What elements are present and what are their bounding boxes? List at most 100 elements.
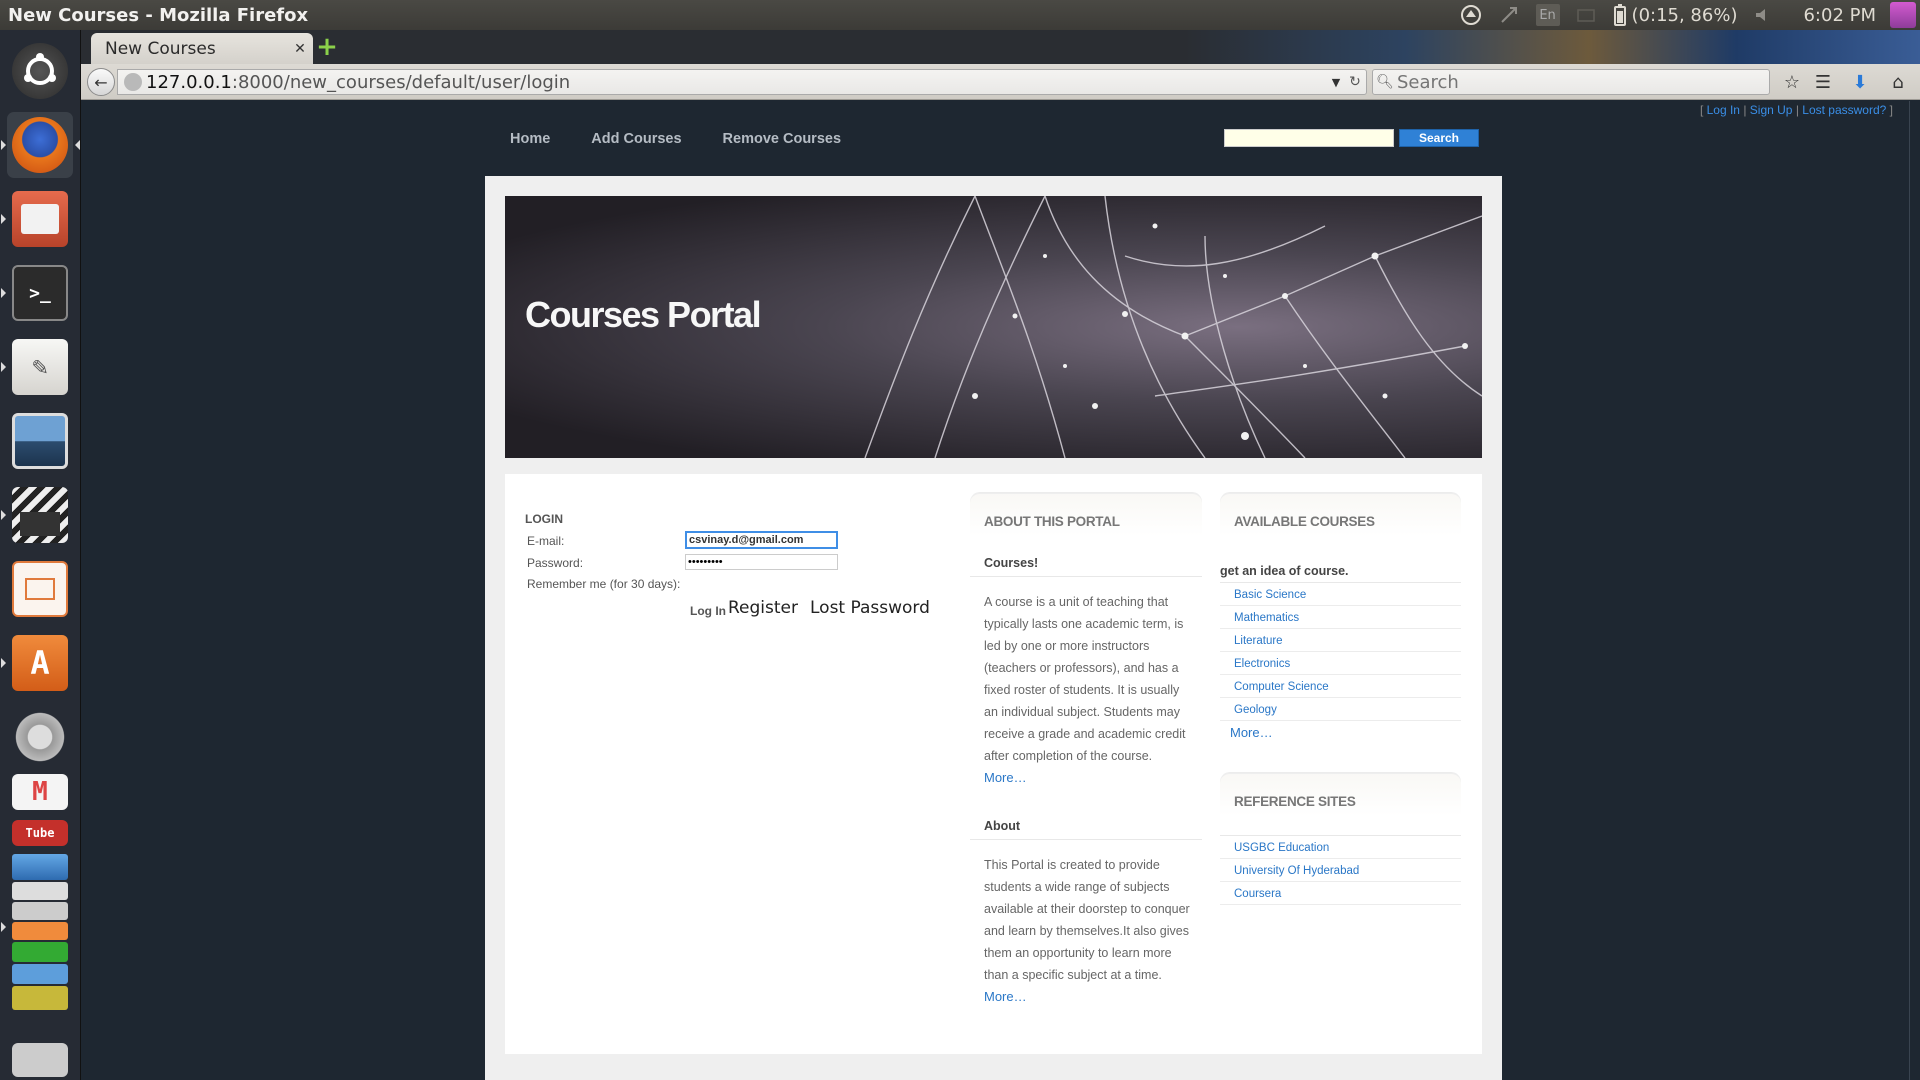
stacked-app-icon (12, 964, 68, 984)
about-more-link[interactable]: More… (984, 989, 1027, 1004)
auth-links: [ Log In | Sign Up | Lost password? ] (1700, 103, 1893, 117)
course-link[interactable]: Geology (1220, 698, 1461, 721)
site-search-input[interactable] (1224, 129, 1394, 147)
nav-add-courses[interactable]: Add Courses (591, 131, 681, 147)
launcher-video-editor[interactable] (1, 482, 73, 548)
tab-close-icon[interactable]: ✕ (287, 41, 313, 57)
ubuntu-logo-icon (12, 43, 68, 99)
launcher-presentation[interactable] (7, 556, 73, 622)
file-cabinet-icon (12, 191, 68, 247)
reference-link[interactable]: Coursera (1220, 882, 1461, 905)
url-dropdown-icon[interactable]: ▼ (1328, 76, 1344, 89)
browser-search-input[interactable] (1397, 71, 1769, 93)
picture-icon (12, 413, 68, 469)
reference-link[interactable]: University Of Hyderabad (1220, 859, 1461, 882)
mail-icon[interactable] (1576, 0, 1596, 30)
keyboard-layout-icon[interactable]: En (1535, 4, 1560, 26)
course-link[interactable]: Mathematics (1220, 606, 1461, 629)
lost-password-button[interactable]: Lost Password (810, 598, 930, 618)
email-field[interactable] (685, 531, 838, 549)
site-search-button[interactable]: Search (1399, 129, 1479, 147)
content-box: Courses Portal LOGIN E-mail: Password: R… (485, 176, 1502, 1080)
battery-icon[interactable] (1612, 0, 1628, 30)
launcher-files[interactable] (1, 186, 73, 252)
gmail-icon: M (12, 774, 68, 810)
home-icon[interactable]: ⌂ (1884, 69, 1912, 95)
auth-bracket-close: ] (1886, 103, 1893, 117)
pencil-icon: ✎ (12, 339, 68, 395)
launcher-software-center[interactable]: A (1, 630, 73, 696)
auth-bracket-open: [ (1699, 103, 1707, 117)
youtube-icon: Tube (12, 820, 68, 846)
session-icon[interactable] (1890, 2, 1916, 28)
main-panel: LOGIN E-mail: Password: Remember me (for… (505, 474, 1482, 1054)
password-field[interactable] (685, 554, 838, 570)
banner-title: Courses Portal (525, 294, 762, 335)
register-button[interactable]: Register (728, 598, 798, 618)
url-path: :8000/new_courses/default/user/login (231, 71, 571, 93)
launcher-image-viewer[interactable] (7, 408, 73, 474)
bookmarks-list-icon[interactable]: ☰ (1809, 69, 1837, 95)
launcher-system-settings[interactable] (7, 704, 73, 770)
courses-more-link[interactable]: More… (1220, 721, 1461, 740)
signup-link[interactable]: Sign Up (1750, 103, 1793, 117)
launcher-firefox[interactable] (1, 112, 80, 178)
download-icon[interactable]: ⬇ (1846, 69, 1874, 95)
launcher-trash[interactable] (7, 1040, 73, 1080)
browser-search-bar[interactable]: 🔍︎ (1372, 69, 1770, 95)
new-tab-icon[interactable]: + (313, 34, 341, 60)
course-link[interactable]: Literature (1220, 629, 1461, 652)
launcher-stacked-apps[interactable] (1, 852, 73, 1012)
launcher-youtube[interactable]: Tube (7, 816, 73, 850)
banner: Courses Portal (505, 196, 1482, 458)
globe-icon (124, 73, 142, 91)
course-link[interactable]: Basic Science (1220, 583, 1461, 606)
launcher-gmail[interactable]: M (7, 770, 73, 814)
about-subheading: About (970, 789, 1202, 840)
presentation-icon (12, 561, 68, 617)
login-link[interactable]: Log In (1707, 103, 1740, 117)
ubuntu-dash-button[interactable] (7, 38, 73, 104)
launcher-text-editor[interactable]: ✎ (1, 334, 73, 400)
login-heading: LOGIN (525, 512, 563, 526)
nav-home[interactable]: Home (510, 131, 550, 147)
courses-heading: AVAILABLE COURSES (1220, 492, 1461, 536)
window-title: New Courses - Mozilla Firefox (8, 4, 309, 26)
back-arrow-icon[interactable]: ← (87, 68, 115, 96)
url-host: 127.0.0.1 (146, 71, 232, 93)
page-viewport: [ Log In | Sign Up | Lost password? ] Ho… (81, 101, 1909, 1080)
top-panel: New Courses - Mozilla Firefox En (0:15, … (0, 0, 1920, 30)
volume-icon[interactable] (1753, 0, 1773, 30)
auth-separator: | (1739, 103, 1750, 117)
courses-subtitle: get an idea of course. (1220, 536, 1461, 583)
about-description: This Portal is created to provide studen… (970, 840, 1195, 1008)
reload-icon[interactable]: ↻ (1344, 74, 1366, 90)
reference-link[interactable]: USGBC Education (1220, 836, 1461, 859)
launcher-terminal[interactable]: >_ (1, 260, 73, 326)
site-nav: Home Add Courses Remove Courses (510, 131, 841, 147)
network-icon[interactable] (1460, 0, 1482, 30)
tab-new-courses[interactable]: New Courses ✕ (91, 33, 313, 64)
courses-description: A course is a unit of teaching that typi… (970, 577, 1195, 789)
bluetooth-icon[interactable] (1498, 0, 1520, 30)
url-bar[interactable]: 127.0.0.1:8000/new_courses/default/user/… (117, 69, 1367, 95)
password-label: Password: (527, 556, 584, 570)
references-divider (1220, 816, 1461, 836)
terminal-icon: >_ (12, 265, 68, 321)
course-link[interactable]: Computer Science (1220, 675, 1461, 698)
lost-password-link[interactable]: Lost password? (1802, 103, 1886, 117)
firefox-icon (12, 117, 68, 173)
bookmark-star-icon[interactable]: ☆ (1778, 69, 1806, 95)
clock[interactable]: 6:02 PM (1803, 0, 1876, 30)
battery-status[interactable]: (0:15, 86%) (1632, 0, 1738, 30)
login-button[interactable]: Log In (690, 604, 726, 618)
courses-more-link[interactable]: More… (984, 770, 1027, 785)
url-text[interactable]: 127.0.0.1:8000/new_courses/default/user/… (146, 72, 1328, 93)
page-scrollbar[interactable] (1909, 101, 1920, 1080)
stacked-app-icon (12, 902, 68, 920)
clapperboard-icon (12, 487, 68, 543)
unity-launcher: >_ ✎ A M Tube (0, 30, 81, 1080)
course-link[interactable]: Electronics (1220, 652, 1461, 675)
about-heading: ABOUT THIS PORTAL (970, 492, 1202, 536)
nav-remove-courses[interactable]: Remove Courses (723, 131, 841, 147)
